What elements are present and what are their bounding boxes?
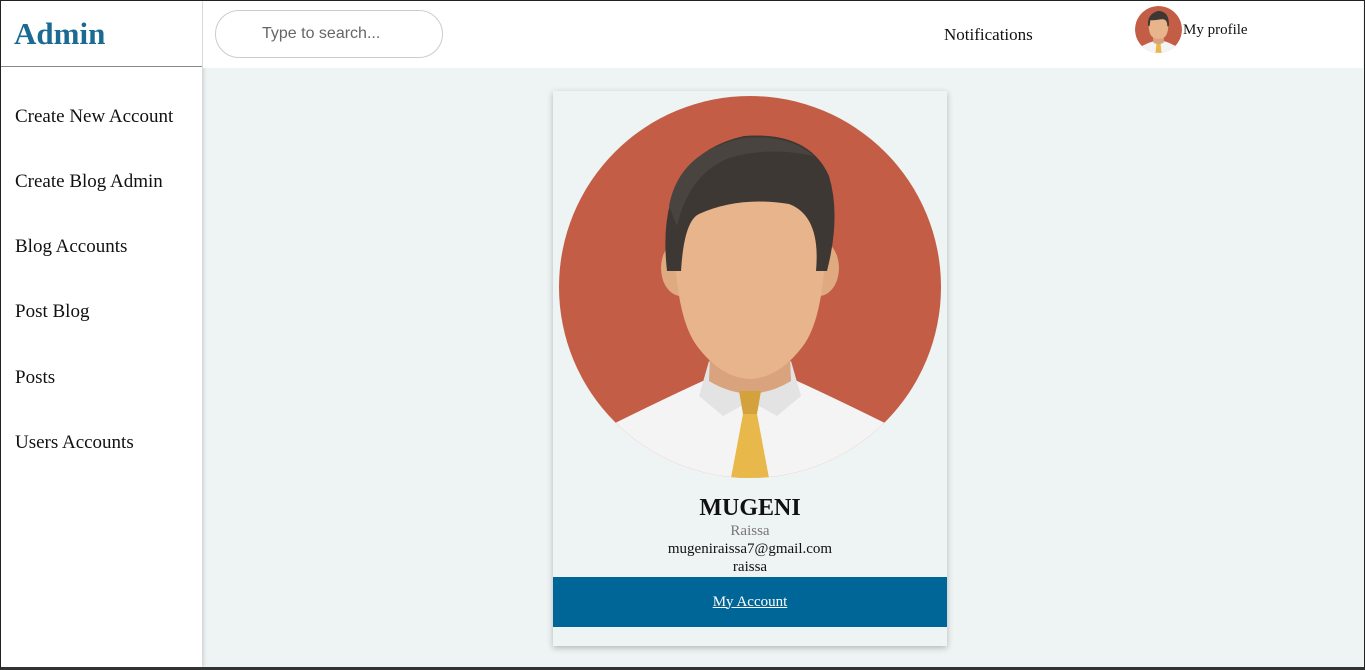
profile-avatar-icon [1135,6,1182,53]
sidebar: Admin Create New Account Create Blog Adm… [1,1,202,667]
profile-username: raissa [732,559,768,575]
sidebar-item-create-new-account[interactable]: Create New Account [1,84,202,149]
sidebar-item-users-accounts[interactable]: Users Accounts [1,411,202,476]
profile-email: mugeniraissa7@gmail.com [667,541,833,557]
sidebar-item-posts[interactable]: Posts [1,345,202,410]
profile-card: MUGENI Raissa mugeniraissa7@gmail.com ra… [553,91,947,646]
notifications-link[interactable]: Notifications [944,25,1033,45]
brand-header: Admin [1,1,202,67]
profile-name: MUGENI [699,495,801,521]
my-profile-link[interactable]: My profile [1183,22,1248,39]
sidebar-item-blog-accounts[interactable]: Blog Accounts [1,214,202,279]
sidebar-nav: Create New Account Create Blog Admin Blo… [1,84,202,476]
sidebar-item-post-blog[interactable]: Post Blog [1,280,202,345]
brand-title[interactable]: Admin [14,16,105,52]
profile-first-name: Raissa [730,523,770,539]
top-bar: Notifications My profile [203,1,1363,68]
user-avatar-icon [559,96,941,478]
profile-avatar[interactable] [1135,6,1182,53]
sidebar-item-create-blog-admin[interactable]: Create Blog Admin [1,149,202,214]
my-account-bar: My Account [553,577,947,627]
search-input[interactable] [215,10,443,58]
my-account-link[interactable]: My Account [713,594,788,611]
